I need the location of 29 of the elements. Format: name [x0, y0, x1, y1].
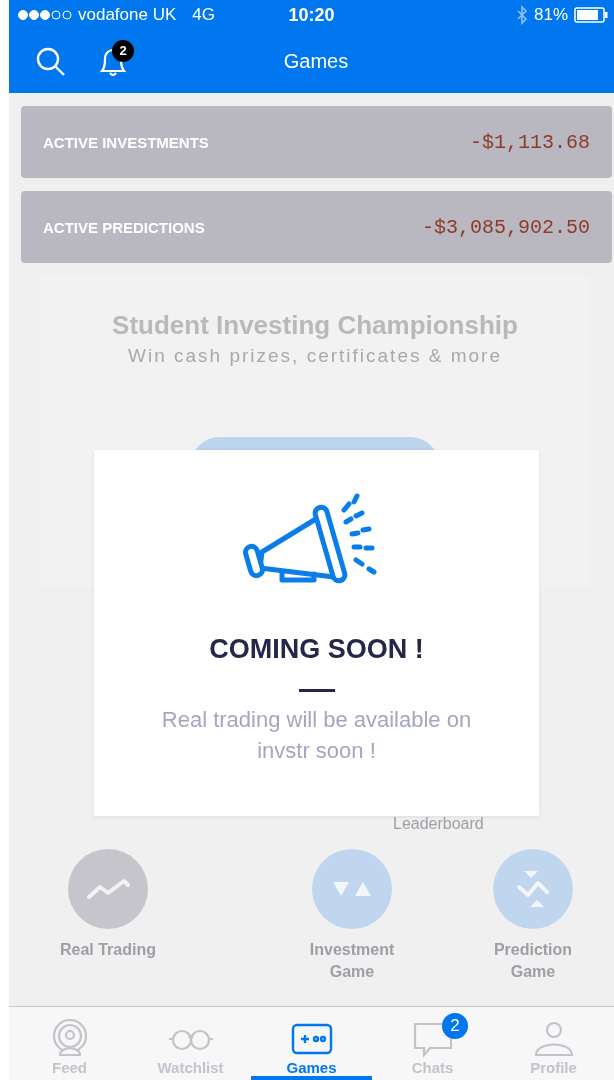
promo-title: Student Investing Championship — [112, 310, 518, 341]
promo-subtitle: Win cash prizes, certificates & more — [128, 345, 502, 367]
status-time: 10:20 — [288, 4, 335, 26]
game-label: Real Trading — [60, 940, 156, 960]
battery-percentage: 81% — [533, 5, 568, 25]
trend-line-icon — [86, 877, 130, 901]
summary-label: ACTIVE INVESTMENTS — [43, 133, 209, 151]
notification-badge: 2 — [112, 39, 134, 62]
summary-value: -$3,085,902.50 — [421, 215, 590, 239]
game-label: Prediction Game — [492, 940, 574, 982]
bluetooth-icon — [515, 5, 528, 25]
triangles-icon — [331, 879, 373, 899]
summary-label: ACTIVE PREDICTIONS — [43, 218, 205, 236]
search-icon[interactable] — [36, 46, 66, 77]
signal-icon — [18, 9, 72, 21]
zigzag-arrows-icon — [514, 869, 552, 909]
battery-icon — [574, 7, 608, 23]
leaderboard-label: Leaderboard — [393, 815, 484, 832]
modal-message: Real trading will be available on invstr soon ! — [160, 706, 473, 765]
summary-card[interactable]: ACTIVE INVESTMENTS -$1,113.68 — [21, 106, 612, 178]
tab[interactable]: Games — [251, 1007, 372, 1080]
game-label: Investment Game — [308, 940, 396, 982]
carrier-name: vodafone UK — [78, 5, 177, 25]
summary-value: -$1,113.68 — [469, 130, 590, 154]
screen-title: Games — [283, 50, 349, 73]
modal-title: COMING SOON ! — [209, 634, 424, 665]
summary-card[interactable]: ACTIVE PREDICTIONS -$3,085,902.50 — [21, 191, 612, 263]
network-type: 4G — [192, 5, 215, 25]
count-badge: 2 — [442, 1013, 468, 1039]
